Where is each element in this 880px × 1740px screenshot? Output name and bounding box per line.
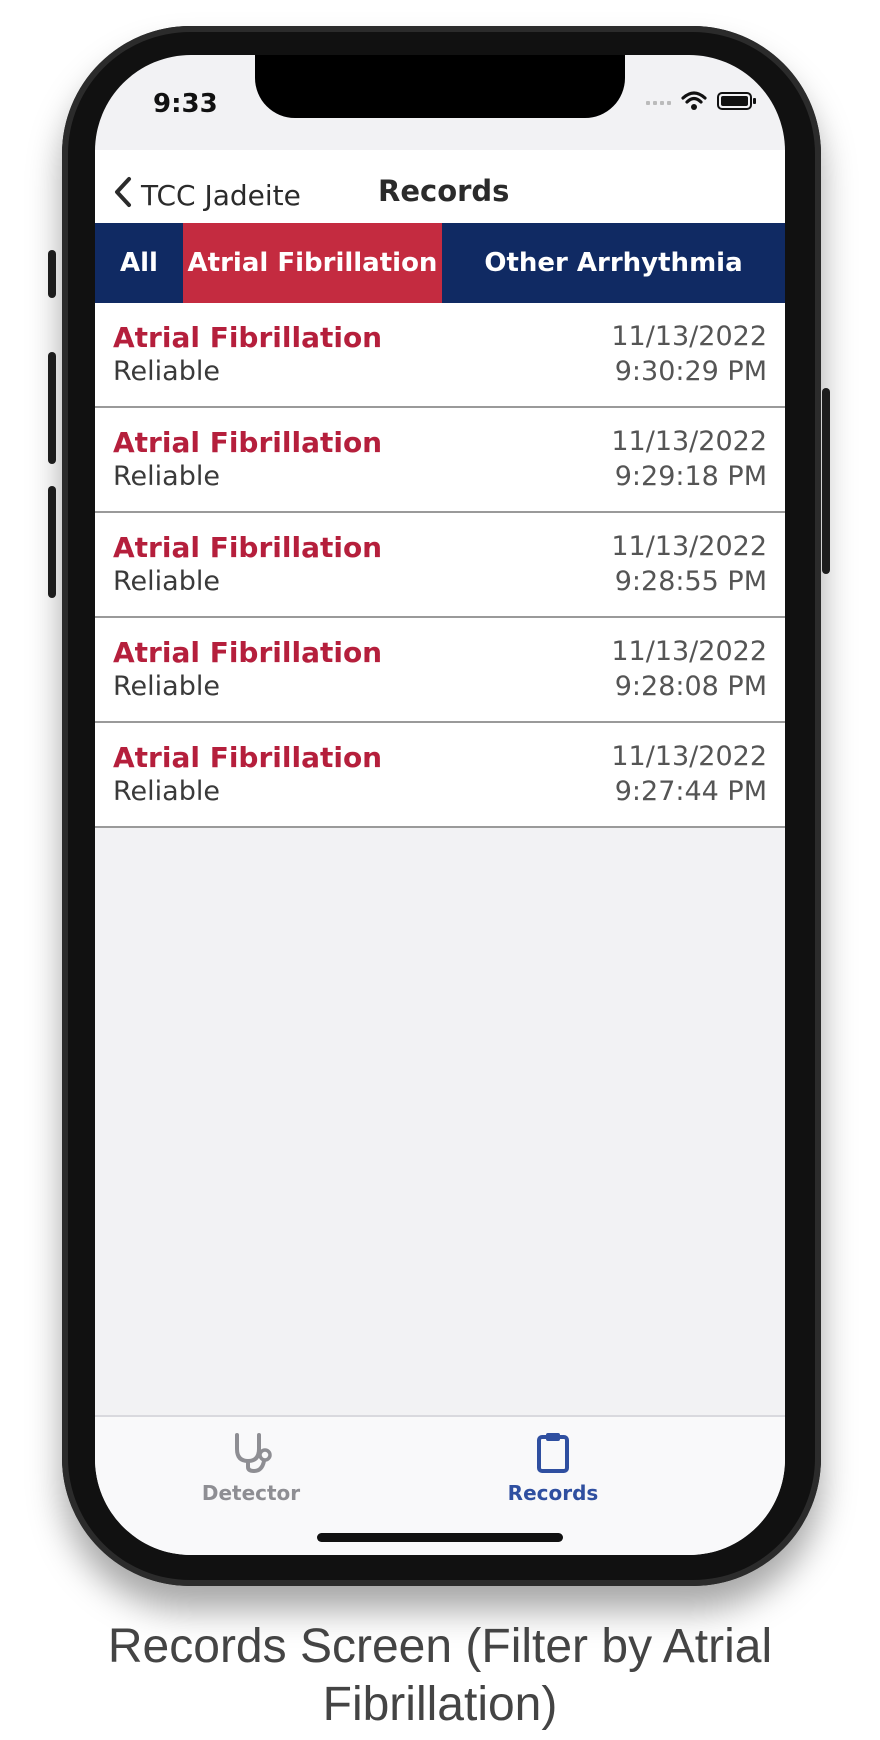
page-title: Records bbox=[378, 174, 510, 208]
record-title: Atrial Fibrillation bbox=[113, 636, 383, 669]
tab-atrial-fibrillation[interactable]: Atrial Fibrillation bbox=[183, 223, 442, 303]
filter-tabs: All Atrial Fibrillation Other Arrhythmia bbox=[95, 223, 785, 303]
back-label: TCC Jadeite bbox=[141, 179, 301, 212]
figure-caption: Records Screen (Filter by Atrial Fibrill… bbox=[107, 1620, 773, 1731]
record-row[interactable]: Atrial Fibrillation Reliable 11/13/2022 … bbox=[95, 723, 785, 828]
tab-other-arrhythmia[interactable]: Other Arrhythmia bbox=[442, 223, 785, 303]
volume-down-button bbox=[48, 486, 56, 598]
tab-atrial-fibrillation-label: Atrial Fibrillation bbox=[187, 248, 438, 278]
record-date: 11/13/2022 bbox=[611, 321, 767, 352]
record-status: Reliable bbox=[113, 461, 220, 492]
chevron-left-icon bbox=[113, 176, 133, 215]
record-time: 9:30:29 PM bbox=[614, 356, 767, 387]
home-indicator bbox=[317, 1533, 563, 1542]
record-title: Atrial Fibrillation bbox=[113, 741, 383, 774]
stethoscope-icon bbox=[228, 1433, 274, 1477]
record-row[interactable]: Atrial Fibrillation Reliable 11/13/2022 … bbox=[95, 618, 785, 723]
record-row[interactable]: Atrial Fibrillation Reliable 11/13/2022 … bbox=[95, 303, 785, 408]
record-date: 11/13/2022 bbox=[611, 531, 767, 562]
tab-all-label: All bbox=[120, 248, 158, 278]
record-time: 9:29:18 PM bbox=[614, 461, 767, 492]
notch bbox=[255, 55, 625, 118]
record-row[interactable]: Atrial Fibrillation Reliable 11/13/2022 … bbox=[95, 513, 785, 618]
cellular-icon bbox=[646, 101, 671, 105]
tab-all[interactable]: All bbox=[95, 223, 183, 303]
record-date: 11/13/2022 bbox=[611, 426, 767, 457]
screen: 9:33 TCC Jadeite Records All Atrial Fibr… bbox=[95, 55, 785, 1555]
tab-bar-detector-label: Detector bbox=[201, 1481, 301, 1505]
records-list: Atrial Fibrillation Reliable 11/13/2022 … bbox=[95, 303, 785, 828]
record-status: Reliable bbox=[113, 671, 220, 702]
record-title: Atrial Fibrillation bbox=[113, 426, 383, 459]
record-date: 11/13/2022 bbox=[611, 636, 767, 667]
tab-bar-records-label: Records bbox=[507, 1481, 599, 1505]
power-button bbox=[822, 388, 830, 574]
record-status: Reliable bbox=[113, 356, 220, 387]
status-time: 9:33 bbox=[153, 89, 218, 119]
back-button[interactable]: TCC Jadeite bbox=[113, 176, 301, 215]
tab-other-arrhythmia-label: Other Arrhythmia bbox=[484, 248, 743, 278]
battery-icon bbox=[717, 91, 757, 115]
record-time: 9:28:08 PM bbox=[614, 671, 767, 702]
record-row[interactable]: Atrial Fibrillation Reliable 11/13/2022 … bbox=[95, 408, 785, 513]
record-time: 9:27:44 PM bbox=[614, 776, 767, 807]
wifi-icon bbox=[681, 91, 707, 115]
record-date: 11/13/2022 bbox=[611, 741, 767, 772]
volume-up-button bbox=[48, 352, 56, 464]
mute-switch bbox=[48, 250, 56, 298]
record-time: 9:28:55 PM bbox=[614, 566, 767, 597]
clipboard-icon bbox=[533, 1433, 573, 1477]
status-icons bbox=[646, 91, 757, 115]
record-status: Reliable bbox=[113, 566, 220, 597]
record-status: Reliable bbox=[113, 776, 220, 807]
tab-bar-detector[interactable]: Detector bbox=[151, 1431, 351, 1505]
record-title: Atrial Fibrillation bbox=[113, 321, 383, 354]
tab-bar-records[interactable]: Records bbox=[453, 1431, 653, 1505]
record-title: Atrial Fibrillation bbox=[113, 531, 383, 564]
